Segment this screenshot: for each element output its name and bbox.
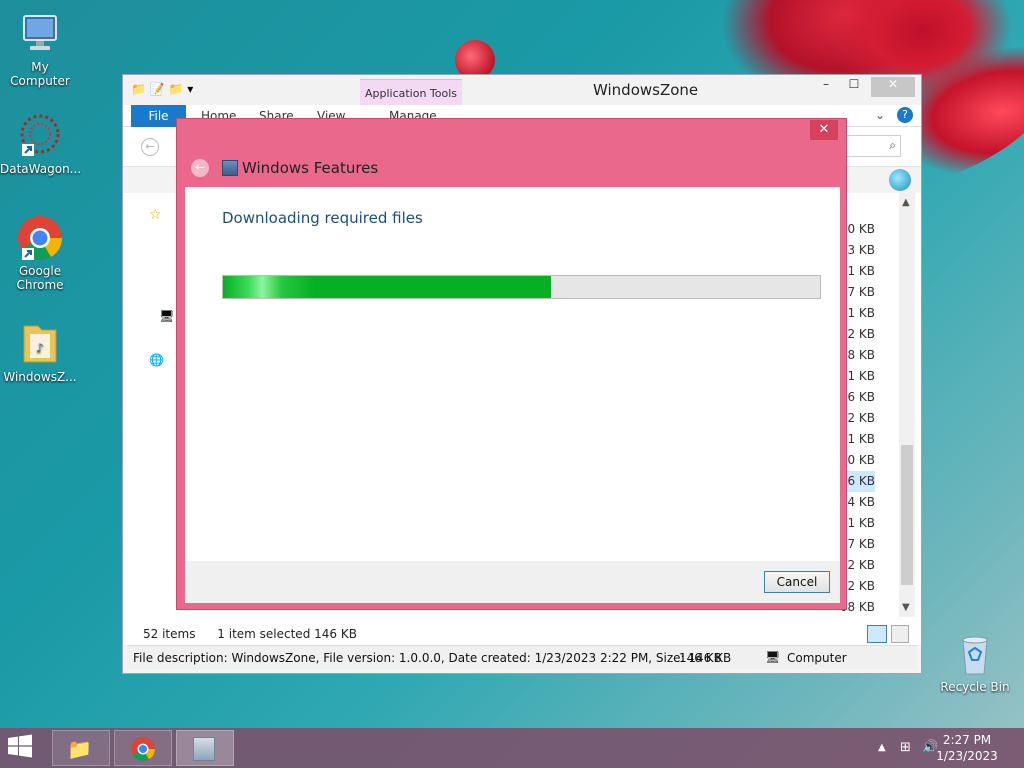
dialog-title: Windows Features: [242, 159, 379, 177]
windows-features-dialog[interactable]: ✕ ← Windows Features Downloading require…: [176, 118, 847, 610]
chevron-down-icon[interactable]: ⌄: [875, 108, 885, 122]
clock[interactable]: 2:27 PM 1/23/2023: [932, 732, 1002, 764]
desktop-icon-recycle-bin[interactable]: Recycle Bin: [935, 630, 1015, 694]
scroll-down-icon[interactable]: ▼: [902, 602, 910, 613]
desktop-icon-my-computer[interactable]: My Computer: [0, 10, 80, 88]
file-description: File description: WindowsZone, File vers…: [133, 651, 732, 665]
minimize-button[interactable]: –: [813, 77, 839, 97]
taskbar-chrome[interactable]: [114, 730, 172, 766]
chrome-icon: [131, 737, 155, 761]
details-bar: File description: WindowsZone, File vers…: [127, 645, 917, 669]
vertical-scrollbar[interactable]: ▲ ▼: [899, 193, 915, 617]
recycle-bin-icon: [951, 630, 999, 678]
dialog-header: ← Windows Features: [185, 147, 840, 187]
folder-music-icon: ♪: [16, 320, 64, 368]
network-icon[interactable]: ⊞: [900, 740, 911, 755]
taskbar-windows-features[interactable]: [176, 730, 234, 766]
large-icons-view-icon[interactable]: [891, 625, 909, 643]
search-input[interactable]: ⌕: [841, 135, 901, 157]
scroll-up-icon[interactable]: ▲: [902, 197, 910, 208]
computer-nav-icon[interactable]: 🖥: [159, 309, 174, 323]
desktop-icon-google-chrome[interactable]: Google Chrome: [0, 214, 80, 292]
back-icon[interactable]: ←: [141, 138, 159, 156]
download-heading: Downloading required files: [222, 209, 423, 227]
explorer-titlebar[interactable]: 📁 📝 📁 ▾ Application Tools WindowsZone – …: [123, 75, 921, 105]
progress-fill: [223, 276, 552, 298]
datawagon-icon: [16, 112, 64, 160]
desktop-icon-label: My Computer: [10, 60, 70, 88]
search-icon: ⌕: [889, 138, 896, 152]
close-button[interactable]: ✕: [871, 77, 915, 97]
desc-size: 146 KB: [679, 651, 722, 665]
status-bar: 52 items 1 item selected 146 KB: [123, 623, 921, 645]
selection-info: 1 item selected 146 KB: [217, 627, 357, 641]
quick-access-toolbar-icon[interactable]: 📁 📝 📁 ▾: [131, 82, 193, 96]
details-view-icon[interactable]: [867, 625, 887, 643]
globe-icon: [889, 169, 911, 191]
desktop-icon-label: DataWagon...: [0, 162, 82, 176]
desktop-icon-datawagon[interactable]: DataWagon...: [0, 112, 82, 176]
windows-features-icon: [222, 160, 238, 176]
show-hidden-icons-icon[interactable]: ▲: [878, 742, 886, 753]
clock-date: 1/23/2023: [936, 749, 998, 763]
system-tray: ▲ ⊞ 🔊 2:27 PM 1/23/2023: [864, 728, 1024, 768]
desktop-icon-label: Recycle Bin: [940, 680, 1010, 694]
maximize-button[interactable]: ☐: [841, 77, 867, 97]
taskbar: 📁 ▲ ⊞ 🔊 2:27 PM 1/23/2023: [0, 728, 1024, 768]
dialog-close-button[interactable]: ✕: [810, 120, 838, 140]
network-nav-icon[interactable]: 🌐: [149, 353, 164, 367]
computer-icon: 🖥: [765, 650, 781, 664]
help-icon[interactable]: ?: [897, 107, 913, 123]
windows-logo-icon: [8, 734, 32, 758]
dialog-content: Downloading required files: [185, 187, 840, 561]
scrollbar-thumb[interactable]: [901, 445, 913, 585]
desktop-icon-label: Google Chrome: [16, 264, 64, 292]
taskbar-file-explorer[interactable]: 📁: [52, 730, 110, 766]
dialog-footer: Cancel: [185, 561, 840, 603]
chrome-icon: [16, 214, 64, 262]
desc-location: Computer: [787, 651, 847, 665]
download-progress-bar: [222, 275, 821, 299]
cancel-button[interactable]: Cancel: [764, 571, 830, 593]
back-icon[interactable]: ←: [191, 159, 209, 177]
svg-text:♪: ♪: [36, 341, 44, 355]
item-count: 52 items: [143, 627, 196, 641]
start-button[interactable]: [6, 734, 42, 762]
windows-features-icon: [193, 737, 215, 761]
folder-icon: 📁: [67, 737, 92, 761]
application-tools-tab: Application Tools: [360, 79, 462, 105]
window-title: WindowsZone: [593, 81, 699, 99]
desktop-icon-label: WindowsZ...: [3, 370, 77, 384]
computer-icon: [16, 10, 64, 58]
clock-time: 2:27 PM: [942, 733, 992, 747]
desktop-icon-windowszone[interactable]: ♪ WindowsZ...: [0, 320, 80, 384]
favorites-star-icon[interactable]: ☆: [149, 207, 162, 223]
